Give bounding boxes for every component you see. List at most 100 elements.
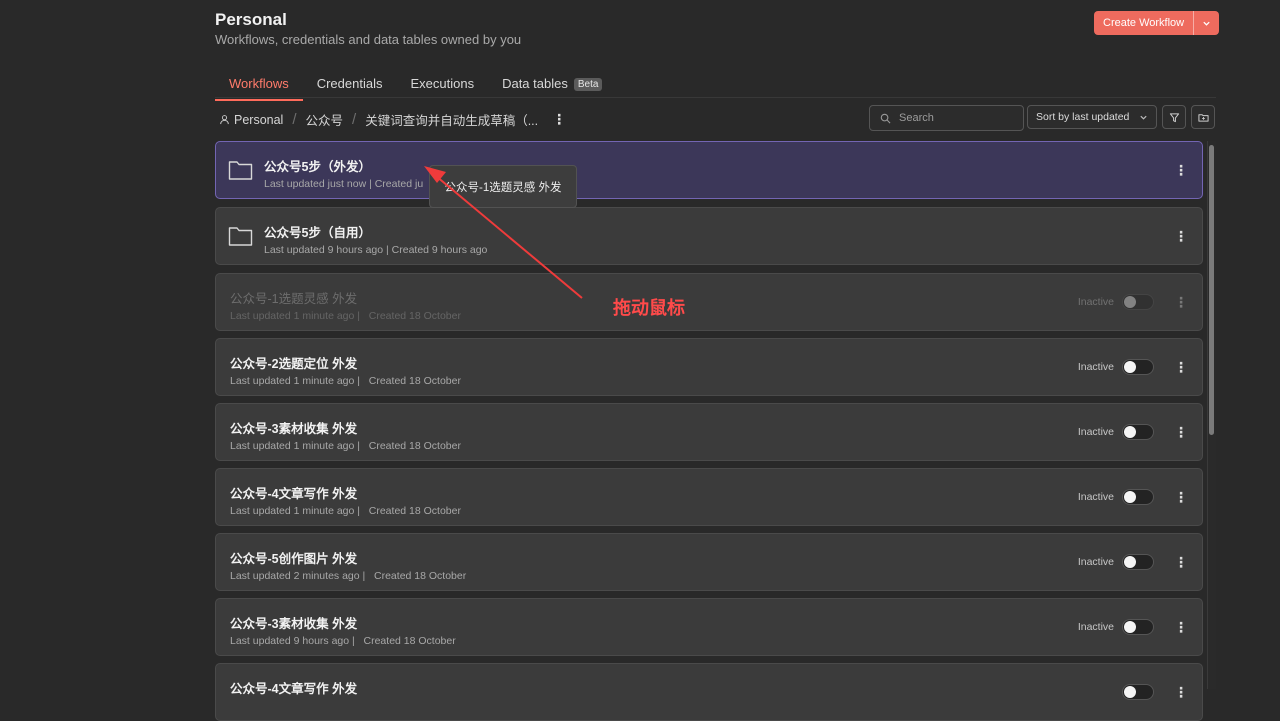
page-title: Personal [215, 10, 287, 29]
workflow-text: 公众号-3素材收集 外发 Last updated 1 minute ago |… [230, 418, 461, 452]
more-icon[interactable]: ⋮ [1174, 359, 1188, 376]
more-icon[interactable]: ⋮ [1174, 489, 1188, 506]
more-icon[interactable]: ⋮ [1174, 162, 1188, 179]
workflow-card[interactable]: 公众号-3素材收集 外发 Last updated 9 hours ago | … [215, 598, 1203, 656]
folder-text: 公众号5步（自用） Last updated 9 hours ago | Cre… [264, 222, 487, 256]
workflow-name[interactable]: 公众号-2选题定位 外发 [230, 353, 461, 372]
folder-actions: ⋮ [1174, 208, 1188, 264]
chevron-down-icon[interactable] [1193, 11, 1219, 35]
folder-card[interactable]: 公众号5步（自用） Last updated 9 hours ago | Cre… [215, 207, 1203, 265]
workflow-updated: Last updated 9 hours ago | [230, 635, 355, 647]
active-toggle[interactable] [1122, 424, 1154, 440]
more-icon[interactable]: ⋮ [1174, 554, 1188, 571]
toggle-knob [1124, 556, 1136, 568]
more-icon[interactable]: ⋮ [1174, 228, 1188, 245]
workflow-text: 公众号-4文章写作 外发 Last updated 1 minute ago |… [230, 483, 461, 517]
workflow-actions: Inactive ⋮ [1078, 469, 1188, 525]
filter-button[interactable] [1162, 105, 1186, 129]
more-icon[interactable]: ⋮ [1174, 619, 1188, 636]
workflow-created: Created 18 October [368, 375, 461, 387]
status-label: Inactive [1077, 296, 1114, 308]
status-label: Inactive [1077, 556, 1114, 568]
workflow-meta: Last updated 1 minute ago | Created 18 O… [230, 440, 461, 452]
workflow-actions: Inactive ⋮ [1078, 534, 1188, 590]
workflow-name[interactable]: 公众号-4文章写作 外发 [230, 678, 357, 697]
folder-card[interactable]: 公众号5步（外发） Last updated just now | Create… [215, 141, 1203, 199]
active-toggle[interactable] [1122, 294, 1154, 310]
workflow-meta: Last updated 1 minute ago | Created 18 O… [230, 375, 461, 387]
folder-actions: ⋮ [1174, 142, 1188, 198]
folder-meta: Last updated just now | Created ju [264, 178, 424, 190]
active-toggle[interactable] [1122, 554, 1154, 570]
workflow-name[interactable]: 公众号-3素材收集 外发 [230, 418, 461, 437]
workflow-name[interactable]: 公众号-5创作图片 外发 [230, 548, 466, 567]
filter-icon [1169, 112, 1179, 122]
workflow-card[interactable]: 公众号-4文章写作 外发 ⋮ [215, 663, 1203, 721]
tab-divider [215, 97, 1216, 98]
workflow-updated: Last updated 2 minutes ago | [230, 570, 366, 582]
workflow-actions: Inactive ⋮ [1078, 274, 1188, 330]
more-icon[interactable]: ⋮ [1174, 294, 1188, 311]
user-icon [220, 115, 229, 125]
beta-badge: Beta [573, 78, 603, 91]
folder-icon [228, 161, 253, 180]
folder-name[interactable]: 公众号5步（自用） [264, 222, 487, 241]
scrollbar-thumb[interactable] [1209, 145, 1214, 435]
sort-label[interactable]: Sort by last updated [1036, 111, 1129, 123]
workflow-created: Created 18 October [374, 570, 467, 582]
chevron-down-icon [1140, 115, 1147, 120]
search-input[interactable]: Search [869, 105, 1024, 131]
workflow-updated: Last updated 1 minute ago | [230, 375, 360, 387]
workflow-meta: Last updated 1 minute ago | Created 18 O… [230, 310, 461, 322]
new-folder-button[interactable] [1191, 105, 1215, 129]
toggle-knob [1124, 621, 1136, 633]
create-workflow-label[interactable]: Create Workflow [1094, 11, 1193, 35]
toggle-knob [1124, 361, 1136, 373]
workflow-created: Created 18 October [368, 440, 461, 452]
workflow-card-dragging[interactable]: 公众号-1选题灵感 外发 Last updated 1 minute ago |… [215, 273, 1203, 331]
workflow-meta: Last updated 1 minute ago | Created 18 O… [230, 505, 461, 517]
scrollbar[interactable] [1207, 141, 1216, 689]
workflow-actions: Inactive ⋮ [1078, 339, 1188, 395]
workflow-actions: ⋮ [1122, 664, 1188, 720]
active-toggle[interactable] [1122, 359, 1154, 375]
workflow-name[interactable]: 公众号-4文章写作 外发 [230, 483, 461, 502]
breadcrumb-more-icon[interactable]: ⋮ [552, 111, 566, 128]
workflow-card[interactable]: 公众号-5创作图片 外发 Last updated 2 minutes ago … [215, 533, 1203, 591]
search-placeholder[interactable]: Search [899, 112, 934, 124]
more-icon[interactable]: ⋮ [1174, 684, 1188, 701]
workflow-meta: Last updated 9 hours ago | Created 18 Oc… [230, 635, 456, 647]
toggle-knob [1124, 491, 1136, 503]
workflow-card[interactable]: 公众号-2选题定位 外发 Last updated 1 minute ago |… [215, 338, 1203, 396]
active-toggle[interactable] [1122, 684, 1154, 700]
breadcrumb-folder[interactable]: 公众号 [306, 110, 344, 129]
workflow-text: 公众号-2选题定位 外发 Last updated 1 minute ago |… [230, 353, 461, 387]
workflow-name[interactable]: 公众号-1选题灵感 外发 [230, 288, 461, 307]
workflow-created: Created 18 October [363, 635, 456, 647]
toggle-knob [1124, 686, 1136, 698]
folder-meta: Last updated 9 hours ago | Created 9 hou… [264, 244, 488, 256]
breadcrumb-root[interactable]: Personal [234, 113, 283, 127]
workflow-created: Created 18 October [368, 310, 461, 322]
active-toggle[interactable] [1122, 489, 1154, 505]
folder-icon [228, 227, 253, 246]
workflow-updated: Last updated 1 minute ago | [230, 440, 360, 452]
more-icon[interactable]: ⋮ [1174, 424, 1188, 441]
workflow-text: 公众号-1选题灵感 外发 Last updated 1 minute ago |… [230, 288, 461, 322]
workflow-card[interactable]: 公众号-4文章写作 外发 Last updated 1 minute ago |… [215, 468, 1203, 526]
folder-text: 公众号5步（外发） Last updated just now | Create… [264, 156, 423, 190]
tab-data-tables-label[interactable]: Data tables [502, 76, 568, 91]
folder-name[interactable]: 公众号5步（外发） [264, 156, 423, 175]
sort-select[interactable]: Sort by last updated [1027, 105, 1157, 129]
create-workflow-button[interactable]: Create Workflow [1094, 11, 1220, 35]
breadcrumb: Personal / 公众号 / 关键词查询并自动生成草稿（... ⋮ [219, 110, 566, 129]
active-toggle[interactable] [1122, 619, 1154, 635]
status-label: Inactive [1077, 361, 1114, 373]
status-label: Inactive [1077, 621, 1114, 633]
workflow-updated: Last updated 1 minute ago | [230, 505, 360, 517]
breadcrumb-separator: / [292, 111, 297, 128]
workflow-card[interactable]: 公众号-3素材收集 外发 Last updated 1 minute ago |… [215, 403, 1203, 461]
search-icon [880, 113, 891, 123]
workflow-text: 公众号-3素材收集 外发 Last updated 9 hours ago | … [230, 613, 456, 647]
workflow-name[interactable]: 公众号-3素材收集 外发 [230, 613, 456, 632]
